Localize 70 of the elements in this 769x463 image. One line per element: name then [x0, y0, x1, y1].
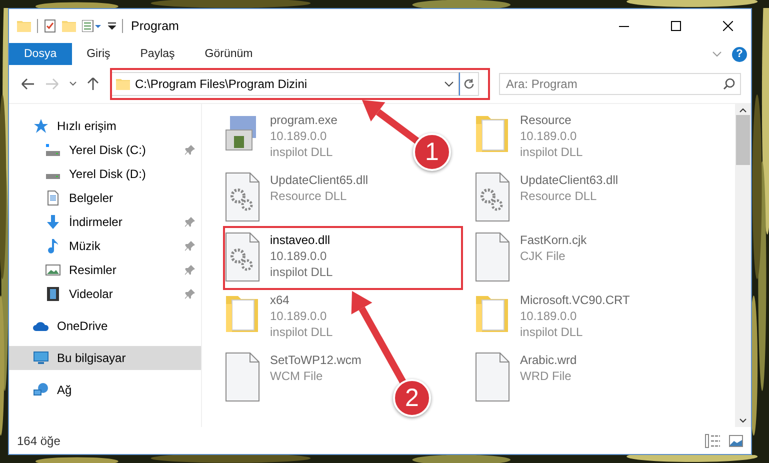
file-item[interactable]: Microsoft.VC90.CRT 10.189.0.0 inspilot DLL — [472, 288, 630, 348]
search-field[interactable]: Ara: Program — [499, 73, 741, 95]
pin-icon — [185, 265, 195, 275]
drive-icon — [45, 144, 61, 156]
file-item[interactable]: UpdateClient65.dll Resource DLL — [222, 168, 368, 228]
file-item[interactable]: Resource 10.189.0.0 inspilot DLL — [472, 108, 583, 168]
forward-arrow-icon — [45, 78, 59, 90]
pin-icon — [185, 145, 195, 155]
document-icon — [45, 190, 61, 206]
ribbon-tab[interactable]: Giriş — [72, 43, 126, 65]
scroll-down-icon[interactable] — [739, 418, 747, 423]
dropdown-caret-icon[interactable] — [444, 81, 454, 87]
file-item[interactable]: x64 10.189.0.0 inspilot DLL — [222, 288, 333, 348]
file-item[interactable]: instaveo.dll 10.189.0.0 inspilot DLL — [222, 228, 333, 288]
details-view-icon[interactable] — [705, 434, 721, 448]
network-icon — [33, 382, 49, 398]
sidebar-item[interactable]: Hızlı erişim — [9, 114, 201, 138]
help-button[interactable]: ? — [732, 46, 747, 62]
ribbon-tab[interactable]: Dosya — [9, 43, 72, 65]
back-button[interactable] — [19, 76, 37, 92]
sidebar-item[interactable]: Yerel Disk (C:) — [9, 138, 201, 162]
back-arrow-icon — [21, 78, 35, 90]
pin-icon — [185, 241, 195, 251]
large-icons-view-icon[interactable] — [729, 434, 743, 446]
monitor-icon — [33, 350, 49, 366]
file-item[interactable]: program.exe 10.189.0.0 inspilot DLL — [222, 108, 338, 168]
sidebar-item[interactable]: Belgeler — [9, 186, 201, 210]
window-title: Program — [131, 19, 180, 33]
sidebar-item[interactable]: Yerel Disk (D:) — [9, 162, 201, 186]
refresh-button[interactable] — [459, 72, 479, 96]
sidebar-item[interactable]: Müzik — [9, 234, 201, 258]
item-count: 164 öğe — [17, 434, 62, 448]
chevron-icon[interactable] — [712, 51, 722, 57]
file-item[interactable]: FastKorn.cjk CJK File — [472, 228, 587, 288]
new-folder-icon — [62, 20, 76, 32]
address-field[interactable]: C:\Program Files\Program Dizini — [111, 72, 459, 96]
ribbon-tab[interactable]: Görünüm — [190, 43, 268, 65]
scrollbar[interactable] — [735, 104, 751, 427]
close-icon — [723, 21, 733, 31]
folder-icon — [116, 78, 130, 90]
customize-caret-icon[interactable] — [108, 22, 116, 30]
scrollbar-thumb[interactable] — [736, 115, 750, 165]
sidebar-item[interactable]: Bu bilgisayar — [9, 346, 201, 370]
music-note-icon — [45, 238, 61, 254]
checklist-icon[interactable] — [44, 19, 56, 33]
pin-icon — [185, 217, 195, 227]
file-item[interactable]: Arabic.wrd WRD File — [472, 348, 577, 408]
sidebar-item[interactable]: Ağ — [9, 378, 201, 402]
file-item[interactable]: UpdateClient63.dll Resource DLL — [472, 168, 618, 228]
search-icon — [723, 78, 735, 90]
refresh-icon — [463, 78, 475, 90]
up-button[interactable] — [85, 75, 101, 93]
folder-icon — [17, 20, 31, 32]
up-arrow-icon — [87, 77, 99, 91]
film-icon — [45, 286, 61, 302]
star-icon — [33, 118, 49, 134]
sidebar-item[interactable]: İndirmeler — [9, 210, 201, 234]
pin-icon — [185, 289, 195, 299]
file-item[interactable]: SetToWP12.wcm WCM File — [222, 348, 362, 408]
download-icon — [45, 214, 61, 230]
maximize-icon — [671, 21, 681, 31]
scroll-up-icon[interactable] — [739, 108, 747, 113]
properties-icon[interactable] — [82, 20, 102, 32]
sidebar-item[interactable]: Videolar — [9, 282, 201, 306]
picture-icon — [45, 262, 61, 278]
arrow — [362, 100, 420, 144]
sidebar-item[interactable]: Resimler — [9, 258, 201, 282]
ribbon-tab[interactable]: Paylaş — [125, 43, 190, 65]
drive-icon — [45, 174, 61, 178]
sidebar-item[interactable]: OneDrive — [9, 314, 201, 338]
